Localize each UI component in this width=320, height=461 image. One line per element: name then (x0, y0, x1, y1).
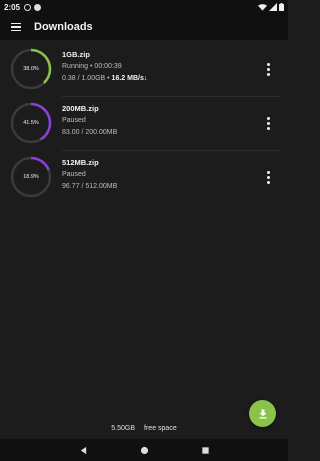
progress-text: 0.38 / 1.00GB (62, 75, 106, 82)
progress-percent: 18.9% (23, 174, 39, 180)
progress-ring: 18.9% (9, 155, 53, 199)
circle-notification-icon (24, 3, 32, 11)
download-progress-line: 0.38 / 1.00GB • 16.2 MB/s↓ (62, 73, 147, 85)
status-icons (258, 3, 284, 11)
back-icon[interactable] (79, 446, 88, 455)
app-bar: Downloads (0, 14, 288, 40)
download-info: 1GB.zip Running • 00:00:39 0.38 / 1.00GB… (62, 49, 147, 85)
free-space-value: 5.50GB (111, 424, 136, 432)
download-info: 512MB.zip Paused 96.77 / 512.00MB (62, 157, 117, 193)
download-speed: 16.2 MB/s (111, 75, 144, 82)
download-status: Paused (62, 117, 86, 124)
download-info: 200MB.zip Paused 83.00 / 200.00MB (62, 103, 117, 139)
add-download-button[interactable] (249, 400, 276, 427)
file-name: 512MB.zip (62, 158, 99, 167)
status-time: 2:05 (4, 2, 21, 12)
progress-ring: 41.5% (9, 101, 53, 145)
signal-icon (269, 3, 277, 11)
download-item-1gb[interactable]: 38.0% 1GB.zip Running • 00:00:39 0.38 / … (0, 42, 288, 96)
download-item-512mb[interactable]: 18.9% 512MB.zip Paused 96.77 / 512.00MB (0, 150, 288, 204)
progress-ring: 38.0% (9, 47, 53, 91)
free-space-info: 5.50GB free space (0, 420, 288, 436)
file-name: 1GB.zip (62, 50, 90, 59)
hamburger-menu-icon[interactable] (11, 20, 25, 34)
file-name: 200MB.zip (62, 104, 99, 113)
system-nav-bar (0, 439, 288, 461)
download-icon (259, 409, 266, 418)
notification-icon (34, 3, 42, 11)
download-status: Paused (62, 171, 86, 178)
free-space-label: free space (144, 424, 177, 432)
more-options-icon[interactable] (262, 61, 274, 77)
wifi-icon (258, 4, 267, 11)
more-options-icon[interactable] (262, 115, 274, 131)
progress-text: 83.00 / 200.00MB (62, 129, 118, 136)
progress-text: 96.77 / 512.00MB (62, 183, 118, 190)
elapsed-time: 00:00:39 (94, 63, 122, 70)
home-icon[interactable] (140, 446, 149, 455)
status-bar: 2:05 (0, 0, 288, 14)
down-arrow-icon: ↓ (143, 75, 148, 82)
page-title: Downloads (34, 21, 93, 33)
progress-percent: 41.5% (23, 120, 39, 126)
progress-percent: 38.0% (23, 66, 39, 72)
more-options-icon[interactable] (262, 169, 274, 185)
download-item-200mb[interactable]: 41.5% 200MB.zip Paused 83.00 / 200.00MB (0, 96, 288, 150)
download-status-line: Running • 00:00:39 (62, 60, 147, 73)
recents-icon[interactable] (201, 446, 210, 455)
download-status: Running (62, 63, 89, 70)
battery-icon (279, 3, 284, 11)
downloads-list: 38.0% 1GB.zip Running • 00:00:39 0.38 / … (0, 42, 288, 204)
